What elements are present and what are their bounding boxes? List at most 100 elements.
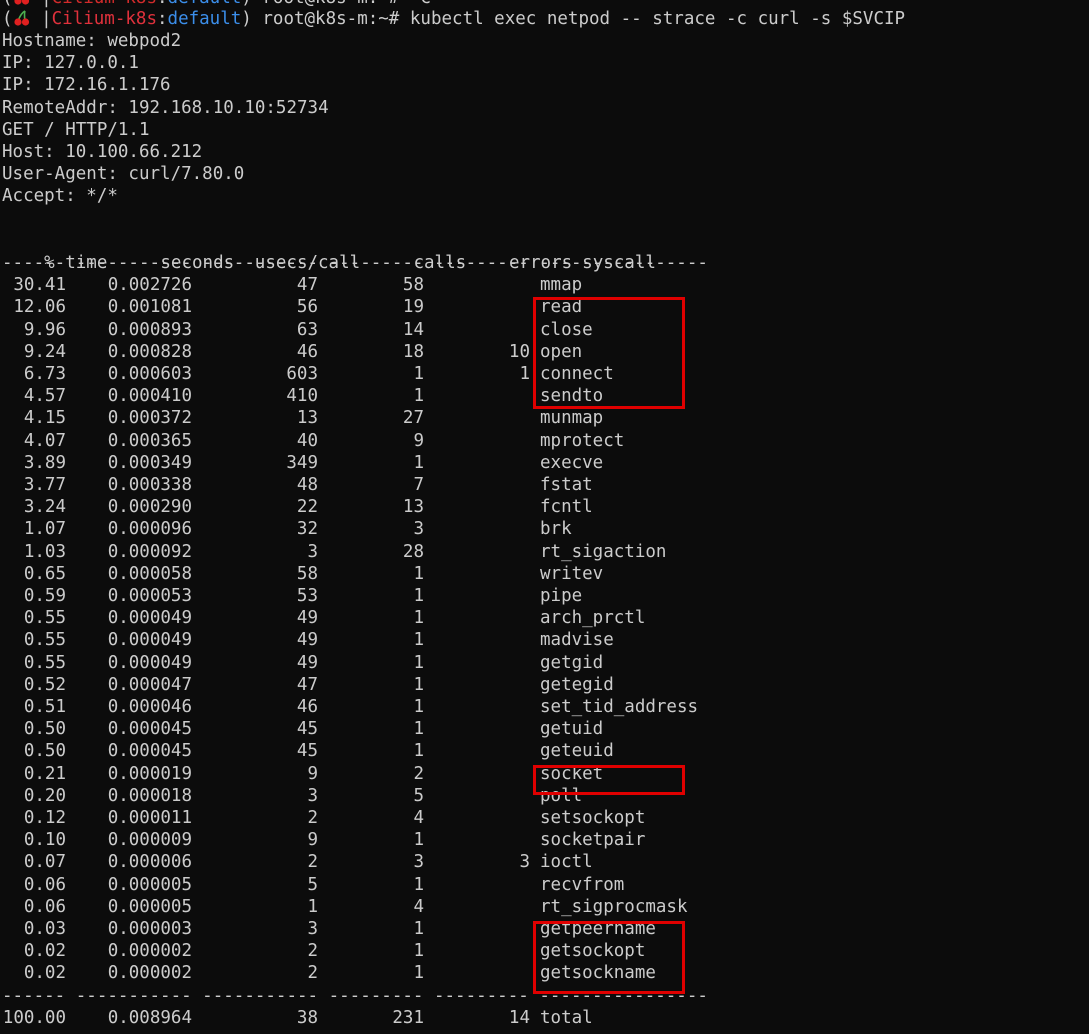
table-cell: 0.000603 <box>107 364 192 384</box>
table-cell: mmap <box>540 275 583 296</box>
table-row: 3.89 0.000349 349 1 execve <box>2 452 603 474</box>
table-cell: 3.77 <box>23 475 66 495</box>
table-cell: 0.000002 <box>107 941 192 962</box>
table-cell: 0.21 <box>23 763 66 784</box>
table-cell: fcntl <box>540 497 593 518</box>
table-cell: 12.06 <box>13 297 66 318</box>
table-cell: 0.50 <box>23 719 66 740</box>
table-cell: 1 <box>413 386 424 407</box>
table-cell: 1 <box>413 963 424 984</box>
output-line: IP: 127.0.0.1 <box>2 53 139 74</box>
command-prompt[interactable]: ( |Cilium-k8s:default) root@k8s-m:~# kub… <box>2 8 905 30</box>
table-row: 0.07 0.000006 2 3 3 ioctl <box>2 851 593 873</box>
table-cell: 1 <box>413 586 424 606</box>
table-cell: 1 <box>413 364 424 384</box>
table-cell: 49 <box>296 608 318 629</box>
table-row: 0.51 0.000046 46 1 set_tid_address <box>2 696 698 718</box>
table-cell: 349 <box>286 452 318 473</box>
table-cell: 2 <box>413 763 424 784</box>
table-row: 6.73 0.000603 603 1 1 connect <box>2 363 614 385</box>
table-cell: 4.57 <box>23 386 66 407</box>
table-row: 0.50 0.000045 45 1 geteuid <box>2 740 614 762</box>
table-cell: writev <box>540 563 604 584</box>
table-cell: 0.52 <box>23 674 66 695</box>
table-cell: 0.59 <box>23 586 66 606</box>
terminal-window[interactable]: ( |Cilium-k8s:default) root@k8s-m:~# ^C … <box>2 0 1087 1034</box>
table-row: 0.55 0.000049 49 1 madvise <box>2 629 614 651</box>
table-cell: 0.000049 <box>107 630 192 651</box>
table-cell: 0.000003 <box>107 919 192 939</box>
table-cell: 38 <box>296 1007 318 1028</box>
table-cell: 3 <box>307 919 318 939</box>
table-cell: 28 <box>402 541 424 562</box>
table-cell: getgid <box>540 652 604 673</box>
table-cell: 0.000053 <box>107 586 192 606</box>
colon: : <box>156 9 168 29</box>
table-cell: total <box>540 1007 593 1028</box>
table-cell: 231 <box>392 1007 424 1028</box>
table-cell: 0.000045 <box>107 719 192 740</box>
namespace-name: default <box>167 9 242 29</box>
highlight-box-socket <box>533 765 685 795</box>
table-cell: 4.15 <box>23 408 66 429</box>
table-cell: 49 <box>296 630 318 651</box>
table-row: 0.06 0.000005 5 1 recvfrom <box>2 874 624 896</box>
table-cell: 53 <box>296 586 318 606</box>
cherry-icon <box>13 9 31 27</box>
table-cell: 410 <box>286 386 318 407</box>
table-cell: 9 <box>307 763 318 784</box>
table-cell: 46 <box>296 697 318 717</box>
table-cell: 0.000893 <box>107 319 192 340</box>
table-cell: 603 <box>286 364 318 384</box>
table-cell: 0.000096 <box>107 519 192 540</box>
table-row: 0.65 0.000058 58 1 writev <box>2 563 603 585</box>
table-row: 3.24 0.000290 22 13 fcntl <box>2 496 593 518</box>
table-row: 0.55 0.000049 49 1 getgid <box>2 652 603 674</box>
table-cell: munmap <box>540 408 604 429</box>
table-cell: 0.000338 <box>107 475 192 495</box>
table-cell: rt_sigaction <box>540 541 667 562</box>
table-cell: 0.06 <box>23 874 66 895</box>
cherry-icon <box>13 0 31 6</box>
table-row: 0.10 0.000009 9 1 socketpair <box>2 829 646 851</box>
table-cell: 0.000058 <box>107 563 192 584</box>
table-cell: 1 <box>413 563 424 584</box>
table-row: 9.24 0.000828 46 18 10 open <box>2 341 582 363</box>
table-cell: getegid <box>540 674 614 695</box>
table-cell: 1 <box>413 452 424 473</box>
table-separator: ------ ----------- ----------- ---------… <box>2 253 708 273</box>
table-cell: 58 <box>402 275 424 296</box>
table-row: 30.41 0.002726 47 58 mmap <box>2 274 582 296</box>
table-row: 4.57 0.000410 410 1 sendto <box>2 385 603 407</box>
table-cell: 1 <box>413 741 424 762</box>
table-cell: 0.20 <box>23 785 66 806</box>
table-cell: 0.000828 <box>107 341 192 362</box>
table-cell: 0.002726 <box>107 275 192 296</box>
table-cell: 5 <box>307 874 318 895</box>
table-cell: 0.55 <box>23 630 66 651</box>
table-cell: 30.41 <box>13 275 66 296</box>
table-cell: 1 <box>413 697 424 717</box>
table-cell: brk <box>540 519 572 540</box>
bracket: ) <box>241 9 263 29</box>
table-cell: 3.89 <box>23 452 66 473</box>
table-cell: getuid <box>540 719 604 740</box>
table-cell: 0.000046 <box>107 697 192 717</box>
table-cell: 48 <box>296 475 318 495</box>
table-row: 0.06 0.000005 1 4 rt_sigprocmask <box>2 896 688 918</box>
bracket: ( <box>2 9 13 29</box>
table-cell: 22 <box>296 497 318 518</box>
table-cell: fstat <box>540 475 593 495</box>
table-row: 0.52 0.000047 47 1 getegid <box>2 674 614 696</box>
table-cell: 0.50 <box>23 741 66 762</box>
output-line: User-Agent: curl/7.80.0 <box>2 164 245 185</box>
output-line: GET / HTTP/1.1 <box>2 119 150 140</box>
command-text: kubectl exec netpod -- strace -c curl -s… <box>409 9 906 29</box>
colon: : <box>157 0 168 8</box>
table-cell: 0.12 <box>23 808 66 828</box>
table-cell: 13 <box>402 497 424 518</box>
table-row: 9.96 0.000893 63 14 close <box>2 319 593 341</box>
highlight-box-io <box>533 297 685 409</box>
table-cell: mprotect <box>540 430 625 451</box>
table-cell: 2 <box>307 808 318 828</box>
